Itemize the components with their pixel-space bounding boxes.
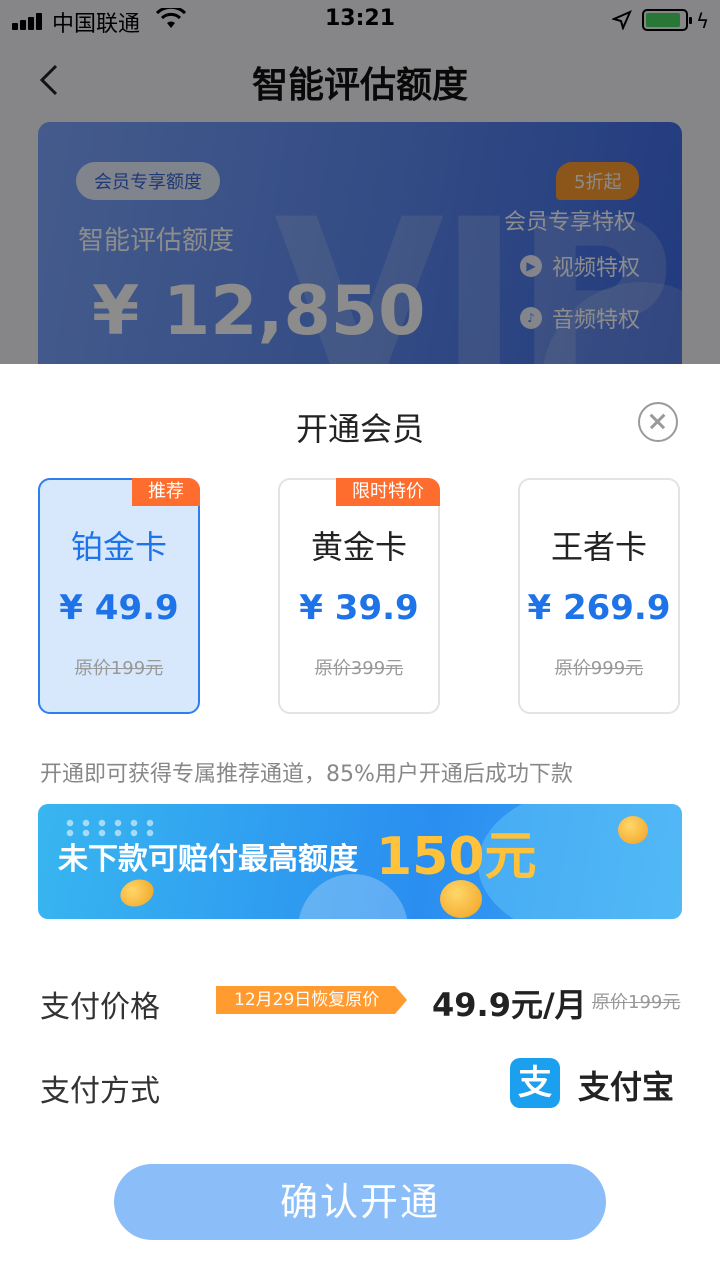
payment-method-label: 支付方式 — [40, 1074, 160, 1109]
payment-method-name[interactable]: 支付宝 — [578, 1062, 674, 1108]
plan-badge: 推荐 — [132, 478, 200, 506]
plan-name: 王者卡 — [550, 528, 647, 566]
coin-icon — [618, 816, 648, 844]
plan-card-gold[interactable]: 限时特价 黄金卡 ¥ 39.9 原价399元 — [278, 478, 440, 714]
compensation-banner: 未下款可赔付最高额度 150元 — [38, 804, 682, 919]
alipay-icon[interactable]: 支 — [510, 1058, 560, 1108]
payment-price-value: 49.9元/月 — [432, 986, 587, 1024]
plan-name: 黄金卡 — [310, 528, 407, 566]
coin-icon — [116, 874, 158, 912]
restore-price-tag: 12月29日恢复原价 — [216, 986, 408, 1014]
plan-original-price: 原价399元 — [314, 658, 404, 679]
benefit-hint: 开通即可获得专属推荐通道，85%用户开通后成功下款 — [40, 762, 573, 787]
plan-badge: 限时特价 — [336, 478, 440, 506]
confirm-open-button[interactable]: 确认开通 — [114, 1164, 606, 1240]
plan-original-price: 原价199元 — [74, 658, 164, 679]
payment-original-price: 原价199元 — [592, 992, 681, 1013]
sheet-title: 开通会员 — [295, 410, 424, 448]
close-icon[interactable] — [638, 402, 678, 442]
plan-original-price: 原价999元 — [554, 658, 644, 679]
plan-price: ¥ 49.9 — [59, 588, 179, 628]
banner-text: 未下款可赔付最高额度 — [58, 842, 358, 877]
plan-name: 铂金卡 — [70, 528, 167, 566]
banner-amount: 150元 — [376, 827, 537, 887]
plan-card-king[interactable]: 王者卡 ¥ 269.9 原价999元 — [518, 478, 680, 714]
payment-price-label: 支付价格 — [40, 990, 160, 1025]
membership-sheet: 开通会员 推荐 铂金卡 ¥ 49.9 原价199元 限时特价 黄金卡 ¥ 39.… — [0, 364, 720, 1280]
plan-price: ¥ 39.9 — [299, 588, 419, 628]
plan-price: ¥ 269.9 — [527, 588, 671, 628]
plan-card-platinum[interactable]: 推荐 铂金卡 ¥ 49.9 原价199元 — [38, 478, 200, 714]
